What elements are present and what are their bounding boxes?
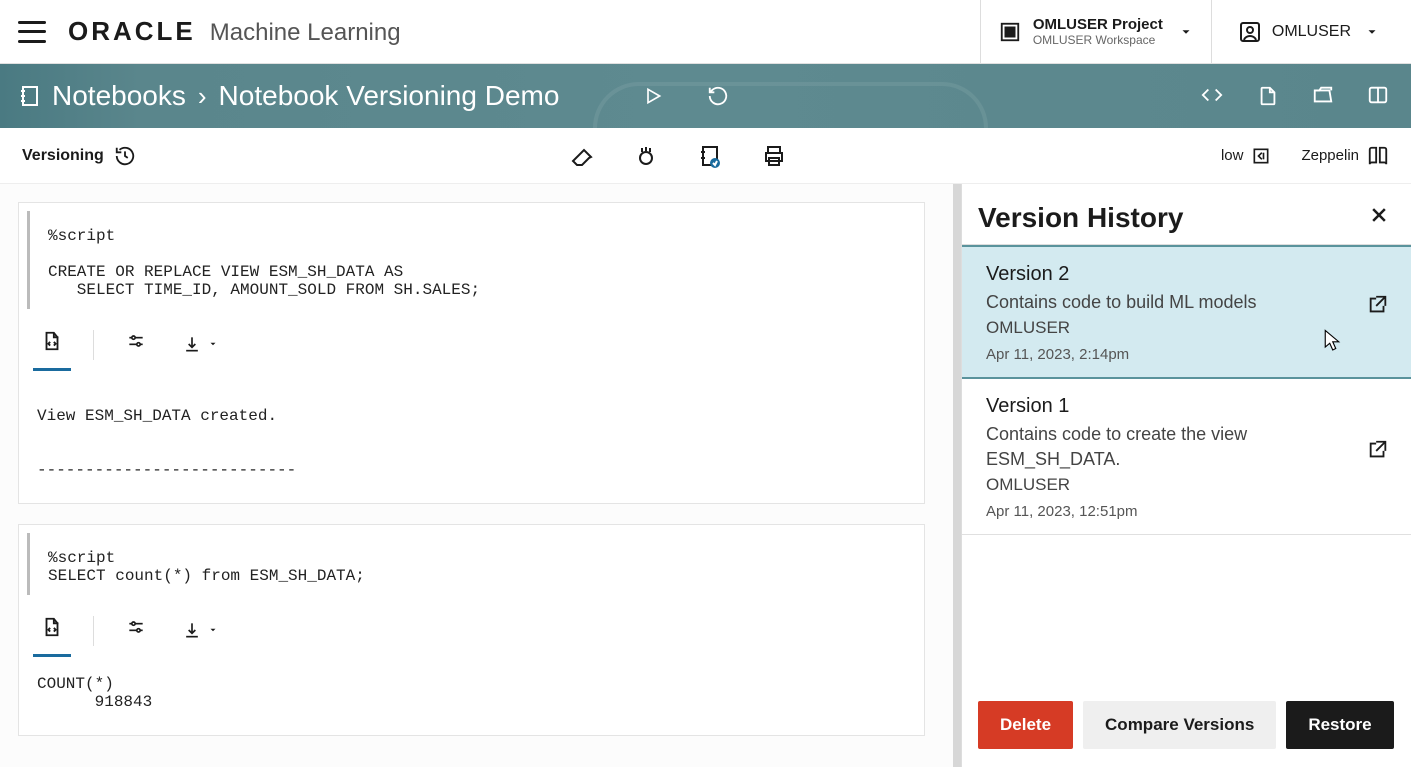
history-actions: Delete Compare Versions Restore	[962, 701, 1411, 767]
version-name: Version 2	[986, 263, 1391, 286]
refresh-icon	[707, 85, 729, 107]
priority-label: low	[1221, 147, 1244, 164]
project-name: OMLUSER Project	[1033, 16, 1163, 33]
cell-toolbar	[19, 309, 924, 371]
versioning-label: Versioning	[22, 147, 104, 165]
chevron-down-icon	[208, 339, 218, 349]
chevron-down-icon	[1179, 25, 1193, 39]
open-external-icon	[1367, 293, 1389, 315]
cell-output-code-tab[interactable]	[33, 319, 71, 371]
hamburger-menu-icon[interactable]	[18, 21, 46, 43]
project-selector[interactable]: OMLUSER Project OMLUSER Workspace	[980, 0, 1211, 63]
notebook-banner: Notebooks › Notebook Versioning Demo	[0, 64, 1411, 128]
cell-output-code-tab[interactable]	[33, 605, 71, 657]
restore-button[interactable]: Restore	[1286, 701, 1393, 749]
delete-button[interactable]: Delete	[978, 701, 1073, 749]
cell-code[interactable]: %script CREATE OR REPLACE VIEW ESM_SH_DA…	[27, 211, 924, 309]
compare-versions-button[interactable]: Compare Versions	[1083, 701, 1276, 749]
print-icon	[762, 144, 786, 168]
cell-download-tab[interactable]	[174, 323, 226, 368]
notebook-cell[interactable]: %script SELECT count(*) from ESM_SH_DATA…	[18, 524, 925, 736]
update-dependencies-button[interactable]	[698, 144, 722, 168]
notebook-cell[interactable]: %script CREATE OR REPLACE VIEW ESM_SH_DA…	[18, 202, 925, 504]
sliders-icon	[124, 331, 148, 351]
version-time: Apr 11, 2023, 12:51pm	[986, 503, 1391, 520]
code-file-icon	[41, 329, 63, 353]
run-all-button[interactable]	[639, 81, 667, 111]
version-item[interactable]: Version 1 Contains code to create the vi…	[962, 379, 1411, 535]
chevron-down-icon	[1365, 25, 1379, 39]
version-desc: Contains code to create the view ESM_SH_…	[986, 422, 1266, 471]
version-desc: Contains code to build ML models	[986, 290, 1266, 314]
breadcrumb-root[interactable]: Notebooks	[52, 80, 186, 112]
document-icon	[1257, 84, 1279, 108]
folder-open-icon	[1311, 84, 1335, 106]
play-icon	[643, 85, 663, 107]
mode-label: Zeppelin	[1301, 147, 1359, 164]
user-name: OMLUSER	[1272, 23, 1351, 41]
open-version-button[interactable]	[1367, 438, 1389, 465]
sliders-icon	[124, 617, 148, 637]
code-file-icon	[41, 615, 63, 639]
print-button[interactable]	[762, 144, 786, 168]
folder-button[interactable]	[1307, 80, 1339, 112]
download-icon	[182, 619, 202, 641]
layout-button[interactable]	[1363, 80, 1393, 112]
download-icon	[182, 333, 202, 355]
version-history-panel: Version History Version 2 Contains code …	[961, 184, 1411, 767]
notebook-pane: %script CREATE OR REPLACE VIEW ESM_SH_DA…	[0, 184, 961, 767]
history-icon	[114, 145, 136, 167]
content-area: %script CREATE OR REPLACE VIEW ESM_SH_DA…	[0, 184, 1411, 767]
invalidate-session-button[interactable]	[634, 144, 658, 168]
cell-output: View ESM_SH_DATA created. --------------…	[19, 371, 924, 503]
priority-selector[interactable]: low	[1221, 146, 1272, 166]
close-history-button[interactable]	[1369, 205, 1389, 231]
export-button[interactable]	[1253, 80, 1283, 112]
versioning-button[interactable]: Versioning	[22, 145, 136, 167]
breadcrumb-current: Notebook Versioning Demo	[219, 80, 560, 112]
priority-icon	[1251, 146, 1271, 166]
cell-settings-tab[interactable]	[116, 321, 156, 369]
project-workspace: OMLUSER Workspace	[1033, 33, 1163, 47]
open-version-button[interactable]	[1367, 293, 1389, 320]
eraser-icon	[570, 144, 594, 168]
project-grid-icon	[999, 21, 1021, 43]
refresh-button[interactable]	[703, 81, 733, 111]
cell-download-tab[interactable]	[174, 609, 226, 654]
book-icon	[1367, 145, 1389, 167]
brand: ORACLE Machine Learning	[68, 16, 401, 47]
open-external-icon	[1367, 438, 1389, 460]
app-header: ORACLE Machine Learning OMLUSER Project …	[0, 0, 1411, 64]
code-view-button[interactable]	[1195, 80, 1229, 112]
history-title: Version History	[978, 202, 1183, 234]
layout-split-icon	[1367, 84, 1389, 106]
cell-settings-tab[interactable]	[116, 607, 156, 655]
brand-sub: Machine Learning	[210, 19, 401, 47]
cursor-icon	[1323, 329, 1341, 353]
mode-selector[interactable]: Zeppelin	[1301, 145, 1389, 167]
notebook-sync-icon	[698, 144, 722, 168]
close-icon	[1369, 205, 1389, 225]
breadcrumb: Notebooks › Notebook Versioning Demo	[52, 80, 559, 112]
breadcrumb-separator: ›	[198, 81, 207, 112]
cell-toolbar	[19, 595, 924, 657]
notebook-icon	[18, 82, 42, 110]
cell-code[interactable]: %script SELECT count(*) from ESM_SH_DATA…	[27, 533, 924, 595]
notebook-toolbar: Versioning low Zeppelin	[0, 128, 1411, 184]
disconnect-icon	[634, 144, 658, 168]
user-menu[interactable]: OMLUSER	[1211, 0, 1393, 63]
chevron-down-icon	[208, 625, 218, 635]
version-item[interactable]: Version 2 Contains code to build ML mode…	[962, 245, 1411, 379]
clear-output-button[interactable]	[570, 144, 594, 168]
version-user: OMLUSER	[986, 475, 1391, 495]
cell-output: COUNT(*) 918843	[19, 657, 924, 735]
user-icon	[1238, 20, 1262, 44]
version-name: Version 1	[986, 395, 1391, 418]
version-list: Version 2 Contains code to build ML mode…	[962, 244, 1411, 701]
code-icon	[1199, 84, 1225, 106]
brand-main: ORACLE	[68, 16, 196, 47]
